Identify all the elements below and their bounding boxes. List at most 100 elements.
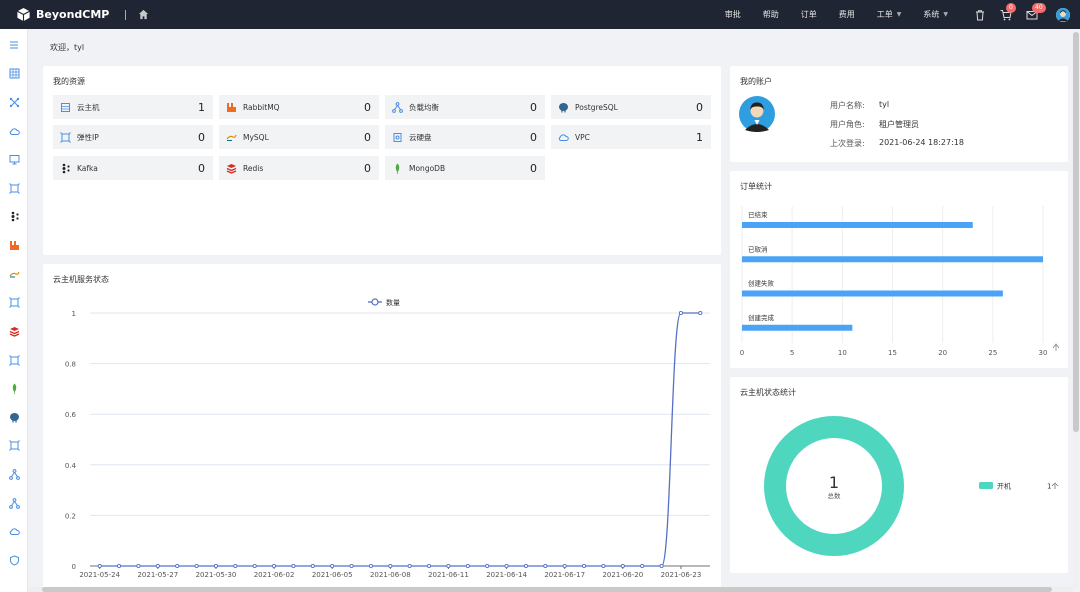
resource-item[interactable]: PostgreSQL 0 (551, 95, 711, 119)
data-point[interactable] (659, 563, 664, 569)
sidebar-item-vpc[interactable] (8, 525, 20, 537)
sidebar-item-monitor[interactable] (8, 153, 20, 165)
resource-name: 负载均衡 (409, 102, 439, 112)
sidebar-item-postgresql[interactable] (8, 411, 20, 423)
vertical-scrollbar-thumb[interactable] (1073, 32, 1079, 432)
home-icon[interactable] (138, 9, 149, 20)
resources-card: 我的资源 云主机 1 RabbitMQ 0 负载均衡 0 PostgreSQL 0 弹性IP 0 M… (43, 66, 721, 255)
data-point[interactable] (601, 563, 606, 569)
nav-system[interactable]: 系统 ▼ (923, 9, 948, 20)
sidebar-item-mysql[interactable] (8, 268, 20, 280)
data-point[interactable] (427, 563, 432, 569)
account-card: 我的账户 用户名称: tyl 用户角色: 租户管理员 上次登录: 2021-06… (730, 66, 1068, 162)
nav-costs[interactable]: 费用 (839, 9, 855, 20)
data-point[interactable] (117, 563, 122, 569)
arrow-up-icon[interactable] (1052, 343, 1060, 351)
sidebar-toggle[interactable] (8, 39, 20, 51)
data-point[interactable] (562, 563, 567, 569)
app-logo[interactable]: BeyondCMP (16, 7, 109, 22)
data-point[interactable] (446, 563, 451, 569)
resource-name: VPC (575, 132, 590, 142)
account-username-value: tyl (879, 100, 890, 109)
bar[interactable] (742, 256, 1043, 263)
load-balancer-icon (8, 497, 20, 509)
data-point[interactable] (523, 563, 528, 569)
nav-orders[interactable]: 订单 (801, 9, 817, 20)
data-point[interactable] (194, 563, 199, 569)
data-point[interactable] (97, 563, 102, 569)
data-point[interactable] (543, 563, 548, 569)
resource-item[interactable]: MySQL 0 (219, 125, 379, 149)
elastic-ip-icon (8, 182, 20, 194)
nav-approval-label: 审批 (724, 10, 741, 19)
data-point[interactable] (330, 563, 335, 569)
kafka-icon (11, 211, 19, 221)
header-nav: 审批 帮助 订单 费用 工单 ▼ 系统 ▼ 0 40 (703, 0, 1070, 29)
resource-item[interactable]: Redis 0 (219, 156, 379, 180)
sidebar-item-dashboard[interactable] (8, 67, 20, 79)
horizontal-scrollbar-thumb[interactable] (42, 587, 1052, 592)
legend-label[interactable]: 数量 (386, 298, 400, 307)
data-point[interactable] (620, 563, 625, 569)
resource-count: 0 (530, 100, 537, 114)
resource-item[interactable]: RabbitMQ 0 (219, 95, 379, 119)
user-avatar-button[interactable] (1056, 7, 1070, 22)
data-point[interactable] (272, 563, 277, 569)
bar[interactable] (742, 222, 973, 228)
sidebar-item-balancer-2[interactable] (8, 497, 20, 509)
resource-item[interactable]: 云硬盘 0 (385, 125, 545, 149)
data-point[interactable] (388, 563, 393, 569)
data-point[interactable] (213, 563, 218, 569)
data-point[interactable] (136, 563, 141, 569)
data-point[interactable] (155, 563, 160, 569)
sidebar-item-rabbitmq[interactable] (8, 239, 20, 251)
nav-approval[interactable]: 审批 (725, 9, 741, 20)
sidebar-item-network[interactable] (8, 96, 20, 108)
vertical-scrollbar[interactable] (1073, 32, 1079, 588)
data-point[interactable] (291, 563, 296, 569)
resource-item[interactable]: MongoDB 0 (385, 156, 545, 180)
sidebar-item-mongodb[interactable] (8, 382, 20, 394)
data-point[interactable] (698, 310, 703, 316)
legend-label[interactable]: 开机 (997, 482, 1011, 491)
x-tick-label: 2021-06-23 (661, 571, 702, 579)
data-point[interactable] (678, 310, 683, 316)
data-point[interactable] (310, 563, 315, 569)
sidebar-item-security[interactable] (8, 554, 20, 566)
data-point[interactable] (175, 563, 180, 569)
sidebar-item-redis[interactable] (8, 325, 20, 337)
data-point[interactable] (504, 563, 509, 569)
data-point[interactable] (465, 563, 470, 569)
mail-button[interactable]: 40 (1026, 2, 1046, 21)
resource-count: 1 (696, 130, 703, 144)
x-tick-label: 20 (938, 349, 947, 357)
data-point[interactable] (407, 563, 412, 569)
bar[interactable] (742, 324, 853, 331)
resource-item[interactable]: VPC 1 (551, 125, 711, 149)
resource-item[interactable]: 弹性IP 0 (53, 125, 213, 149)
resource-item[interactable]: Kafka 0 (53, 156, 213, 180)
data-point[interactable] (368, 563, 373, 569)
sidebar-item-balancer[interactable] (8, 468, 20, 480)
resource-item[interactable]: 云主机 1 (53, 95, 213, 119)
data-point[interactable] (233, 563, 238, 569)
sidebar-item-ip[interactable] (8, 182, 20, 194)
data-point[interactable] (252, 563, 257, 569)
resources-title: 我的资源 (53, 77, 85, 86)
sidebar-item-cloud[interactable] (8, 125, 20, 137)
data-point[interactable] (349, 563, 354, 569)
nav-help[interactable]: 帮助 (763, 9, 779, 20)
data-point[interactable] (640, 563, 645, 569)
horizontal-scrollbar[interactable] (28, 587, 1073, 592)
bar[interactable] (742, 290, 1003, 297)
data-point[interactable] (485, 563, 490, 569)
sidebar-item-lb[interactable] (8, 354, 20, 366)
trash-button[interactable] (974, 9, 986, 21)
cart-button[interactable]: 0 (1000, 2, 1016, 21)
nav-tickets[interactable]: 工单 ▼ (877, 9, 902, 20)
sidebar-item-kafka[interactable] (8, 210, 20, 222)
resource-item[interactable]: 负载均衡 0 (385, 95, 545, 119)
sidebar-item-storage[interactable] (8, 439, 20, 451)
data-point[interactable] (582, 563, 587, 569)
sidebar-item-disk[interactable] (8, 296, 20, 308)
